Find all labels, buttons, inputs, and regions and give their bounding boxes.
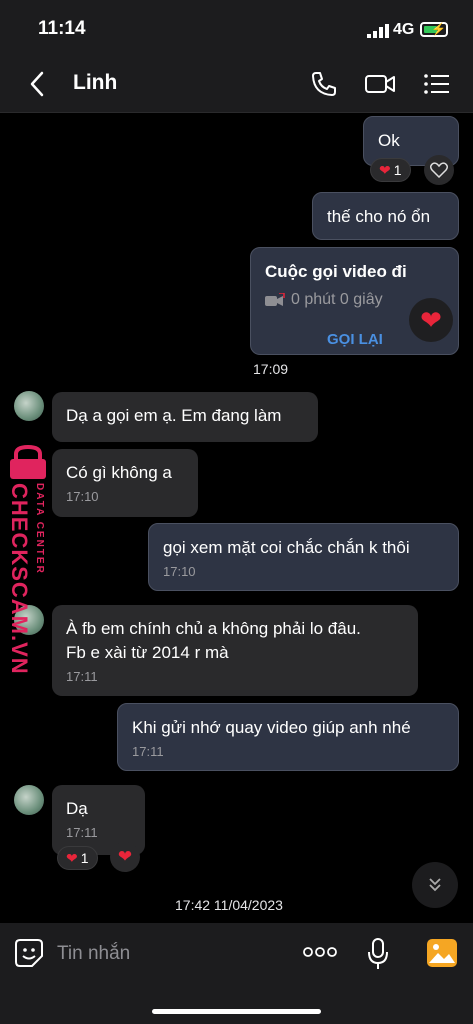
microphone-icon[interactable] bbox=[367, 937, 389, 971]
watermark-line-2: CHECKSCAM.VN bbox=[7, 483, 32, 675]
reaction-count: 1 bbox=[393, 162, 402, 178]
message-bubble-out[interactable]: gọi xem mặt coi chắc chắn k thôi 17:10 bbox=[148, 523, 459, 591]
sticker-icon[interactable] bbox=[14, 938, 44, 968]
heart-icon: ❤ bbox=[117, 847, 133, 866]
message-bubble-in[interactable]: Dạ a gọi em ạ. Em đang làm bbox=[52, 392, 318, 442]
message-bubble-out[interactable]: Khi gửi nhớ quay video giúp anh nhé 17:1… bbox=[117, 703, 459, 771]
network-type: 4G bbox=[393, 21, 415, 38]
watermark: DATA CENTER CHECKSCAM.VN bbox=[2, 445, 54, 675]
heart-outline-icon bbox=[430, 162, 448, 178]
message-input[interactable]: Tin nhắn bbox=[57, 943, 130, 965]
message-text: Dạ bbox=[66, 799, 88, 818]
contact-name[interactable]: Linh bbox=[73, 71, 117, 95]
message-time: 17:10 bbox=[163, 564, 196, 579]
message-text-line-2: Fb e xài từ 2014 r mà bbox=[66, 643, 229, 662]
video-call-icon[interactable] bbox=[364, 68, 396, 100]
reaction-chip[interactable]: ❤ 1 bbox=[370, 158, 411, 182]
heart-icon: ❤ bbox=[66, 849, 78, 866]
reaction-heart-button[interactable]: ❤ bbox=[409, 298, 453, 342]
call-title: Cuộc gọi video đi bbox=[265, 262, 407, 281]
message-bubble-in[interactable]: Có gì không a 17:10 bbox=[52, 449, 198, 517]
message-time: 17:10 bbox=[66, 489, 99, 504]
scroll-to-bottom-button[interactable] bbox=[412, 862, 458, 908]
back-button[interactable] bbox=[26, 70, 50, 98]
message-time: 17:11 bbox=[66, 669, 98, 684]
message-text: Có gì không a bbox=[66, 463, 172, 482]
more-options-icon[interactable] bbox=[303, 945, 337, 959]
chat-header: Linh bbox=[0, 56, 473, 113]
message-text: gọi xem mặt coi chắc chắn k thôi bbox=[163, 538, 410, 557]
timestamp: 17:42 11/04/2023 bbox=[175, 897, 283, 913]
signal-icon bbox=[367, 24, 389, 38]
avatar[interactable] bbox=[14, 391, 44, 421]
message-bubble-out[interactable]: thế cho nó ổn bbox=[312, 192, 459, 240]
message-time: 17:11 bbox=[132, 744, 164, 759]
message-text-line-1: À fb em chính chủ a không phải lo đâu. bbox=[66, 619, 361, 638]
message-time: 17:11 bbox=[66, 825, 98, 840]
call-duration: 0 phút 0 giây bbox=[291, 291, 383, 308]
reaction-heart-button[interactable]: ❤ bbox=[110, 842, 140, 872]
battery-icon: ⚡ bbox=[420, 22, 448, 37]
menu-icon[interactable] bbox=[421, 68, 453, 100]
add-reaction-button[interactable] bbox=[424, 155, 454, 185]
missed-video-call-icon bbox=[265, 293, 285, 306]
status-bar: 11:14 4G ⚡ bbox=[0, 0, 473, 56]
reaction-chip[interactable]: ❤ 1 bbox=[57, 846, 98, 870]
avatar[interactable] bbox=[14, 785, 44, 815]
lock-logo-icon bbox=[10, 445, 46, 479]
status-time: 11:14 bbox=[38, 18, 86, 39]
message-text: Ok bbox=[378, 131, 400, 150]
phone-call-icon[interactable] bbox=[308, 68, 340, 100]
message-text: Khi gửi nhớ quay video giúp anh nhé bbox=[132, 718, 411, 737]
watermark-line-1: DATA CENTER bbox=[34, 483, 45, 575]
timestamp: 17:09 bbox=[253, 361, 289, 377]
chevron-down-icon bbox=[429, 878, 441, 892]
call-back-button[interactable]: GỌI LẠI bbox=[327, 328, 383, 352]
home-indicator bbox=[152, 1009, 321, 1014]
message-input-bar: Tin nhắn bbox=[0, 923, 473, 1024]
heart-icon: ❤ bbox=[379, 161, 391, 178]
message-text: Dạ a gọi em ạ. Em đang làm bbox=[66, 406, 282, 425]
heart-icon: ❤ bbox=[420, 304, 442, 335]
gallery-icon[interactable] bbox=[426, 938, 458, 968]
reaction-count: 1 bbox=[80, 850, 89, 866]
message-bubble-in[interactable]: À fb em chính chủ a không phải lo đâu. F… bbox=[52, 605, 418, 696]
message-text: thế cho nó ổn bbox=[327, 207, 431, 226]
